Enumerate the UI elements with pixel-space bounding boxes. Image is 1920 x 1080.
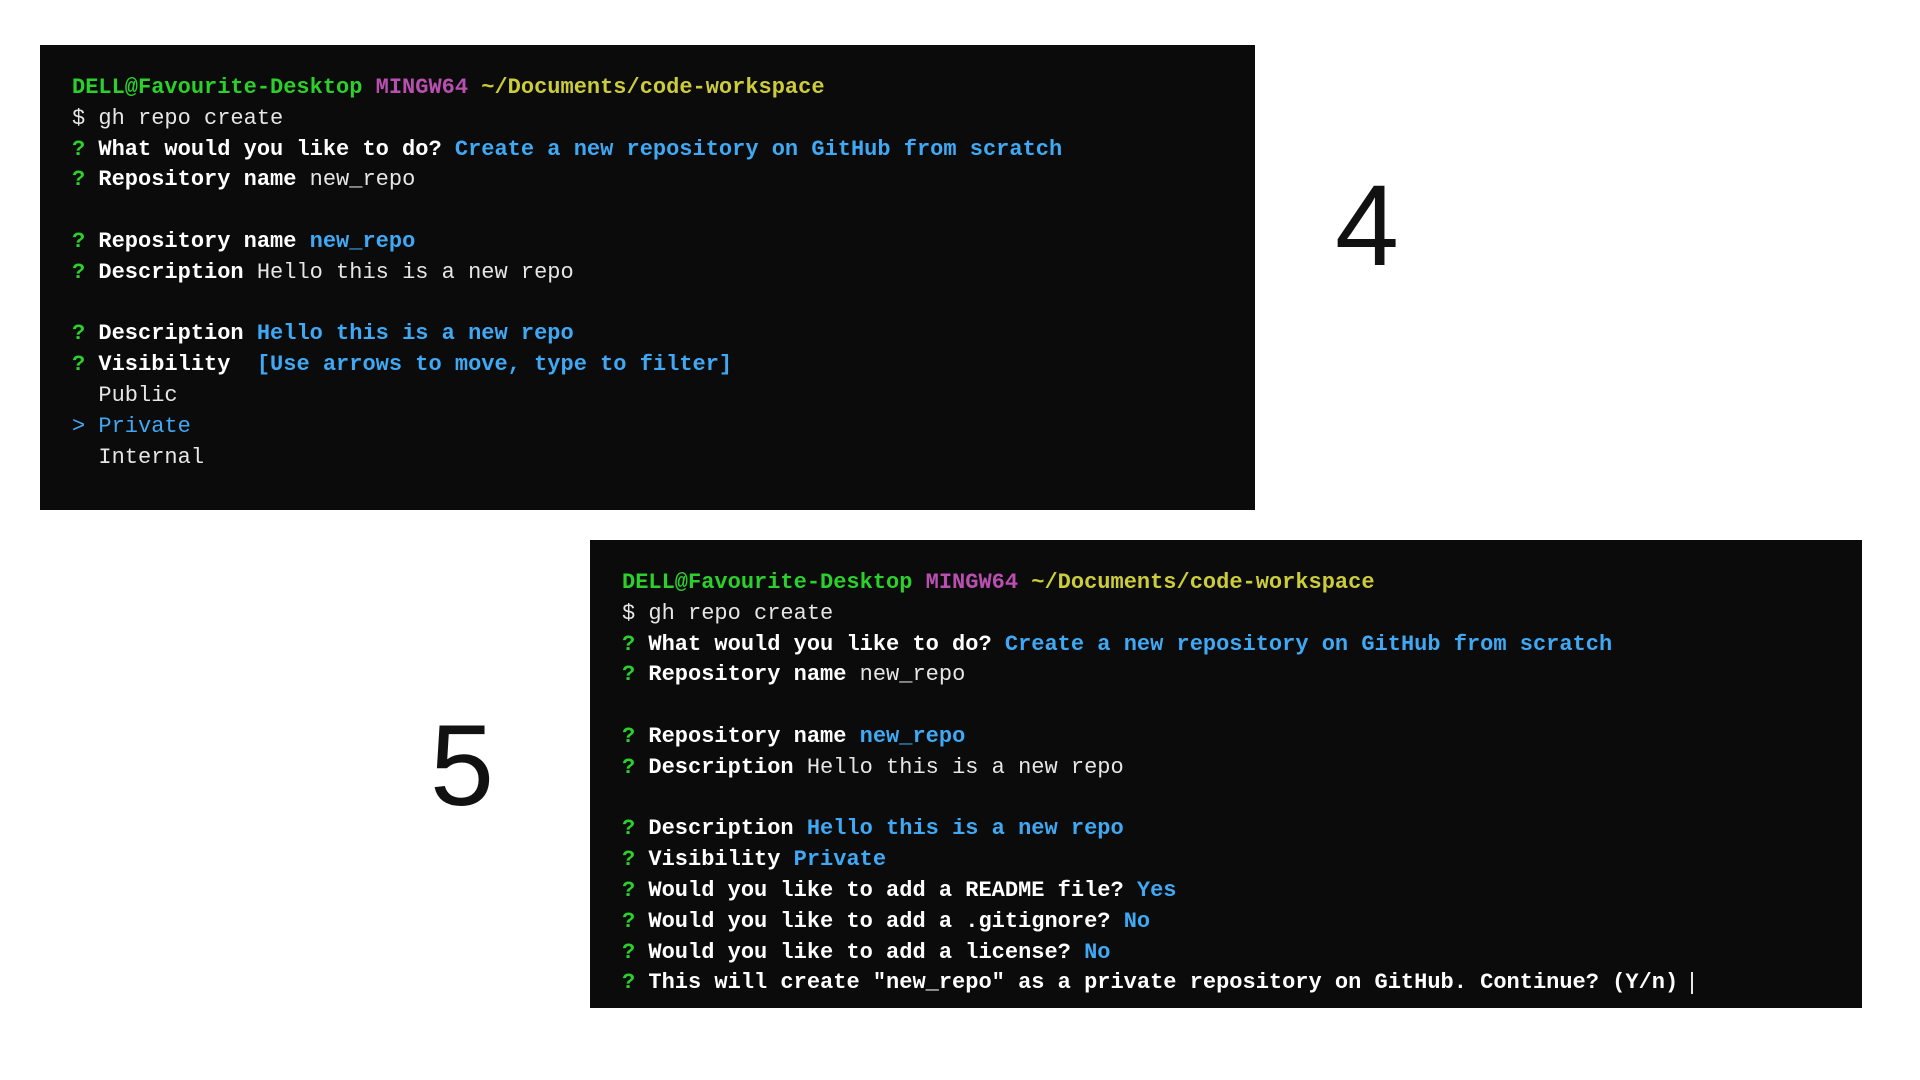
question-mark-icon: ?: [622, 724, 635, 749]
answer-what: Create a new repository on GitHub from s…: [1005, 632, 1612, 657]
prompt-symbol: $: [622, 601, 635, 626]
prompt-shell: MINGW64: [376, 75, 468, 100]
step-label-5: 5: [430, 700, 494, 832]
question-mark-icon: ?: [622, 662, 635, 687]
question-mark-icon: ?: [622, 632, 635, 657]
question-repo: Repository name: [98, 229, 296, 254]
prompt-symbol: $: [72, 106, 85, 131]
question-visibility: Visibility: [98, 352, 230, 377]
question-readme: Would you like to add a README file?: [648, 878, 1123, 903]
command: gh repo create: [98, 106, 283, 131]
question-repo: Repository name: [648, 724, 846, 749]
question-mark-icon: ?: [622, 847, 635, 872]
answer-gitignore: No: [1124, 909, 1150, 934]
prompt-shell: MINGW64: [926, 570, 1018, 595]
question-mark-icon: ?: [622, 755, 635, 780]
answer-desc-confirmed: Hello this is a new repo: [807, 816, 1124, 841]
prompt-path: ~/Documents/code-workspace: [481, 75, 824, 100]
question-mark-icon: ?: [72, 260, 85, 285]
step-label-4: 4: [1335, 160, 1399, 292]
answer-what: Create a new repository on GitHub from s…: [455, 137, 1062, 162]
question-mark-icon: ?: [622, 816, 635, 841]
cursor-icon: [1691, 972, 1693, 994]
command: gh repo create: [648, 601, 833, 626]
question-desc: Description: [648, 816, 793, 841]
terminal-step-5[interactable]: DELL@Favourite-Desktop MINGW64 ~/Documen…: [590, 540, 1862, 1008]
answer-desc: Hello this is a new repo: [807, 755, 1124, 780]
visibility-option-public[interactable]: Public: [98, 383, 177, 408]
question-mark-icon: ?: [622, 909, 635, 934]
question-mark-icon: ?: [622, 940, 635, 965]
question-license: Would you like to add a license?: [648, 940, 1070, 965]
visibility-option-private[interactable]: Private: [98, 414, 190, 439]
selector-arrow-icon: >: [72, 414, 85, 439]
question-gitignore: Would you like to add a .gitignore?: [648, 909, 1110, 934]
answer-repo: new_repo: [860, 662, 966, 687]
prompt-path: ~/Documents/code-workspace: [1031, 570, 1374, 595]
question-visibility: Visibility: [648, 847, 780, 872]
answer-readme: Yes: [1137, 878, 1177, 903]
answer-repo: new_repo: [310, 167, 416, 192]
question-repo: Repository name: [648, 662, 846, 687]
question-mark-icon: ?: [72, 167, 85, 192]
answer-visibility: Private: [794, 847, 886, 872]
question-mark-icon: ?: [622, 878, 635, 903]
question-mark-icon: ?: [72, 229, 85, 254]
question-mark-icon: ?: [72, 321, 85, 346]
question-mark-icon: ?: [72, 137, 85, 162]
question-desc: Description: [648, 755, 793, 780]
question-mark-icon: ?: [72, 352, 85, 377]
terminal-step-4[interactable]: DELL@Favourite-Desktop MINGW64 ~/Documen…: [40, 45, 1255, 510]
question-desc: Description: [98, 321, 243, 346]
question-what: What would you like to do?: [98, 137, 441, 162]
answer-desc-confirmed: Hello this is a new repo: [257, 321, 574, 346]
prompt-user: DELL@Favourite-Desktop: [72, 75, 362, 100]
answer-desc: Hello this is a new repo: [257, 260, 574, 285]
question-mark-icon: ?: [622, 970, 635, 995]
answer-repo-confirmed: new_repo: [860, 724, 966, 749]
prompt-user: DELL@Favourite-Desktop: [622, 570, 912, 595]
visibility-option-internal[interactable]: Internal: [98, 445, 204, 470]
question-confirm[interactable]: This will create "new_repo" as a private…: [648, 970, 1678, 995]
answer-repo-confirmed: new_repo: [310, 229, 416, 254]
answer-license: No: [1084, 940, 1110, 965]
question-repo: Repository name: [98, 167, 296, 192]
question-desc: Description: [98, 260, 243, 285]
question-what: What would you like to do?: [648, 632, 991, 657]
visibility-hint: [Use arrows to move, type to filter]: [257, 352, 732, 377]
